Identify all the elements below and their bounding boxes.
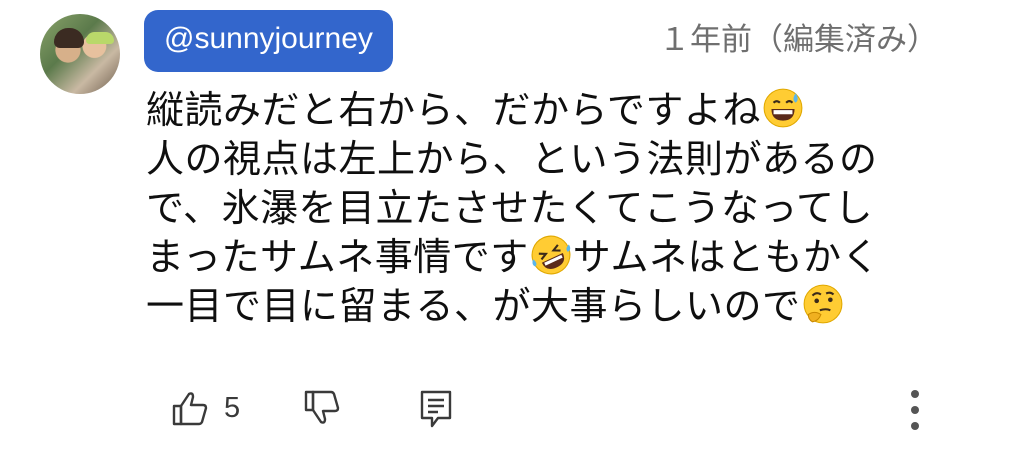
reply-comment-icon xyxy=(420,390,452,428)
comment-line-4: まったサムネ事情です サムネはともかく xyxy=(146,233,966,282)
thumbs-down-icon xyxy=(304,390,340,424)
comment-text: 縦読みだと右から、だからですよね 人の視点は左上から、という法則があるの で、氷… xyxy=(146,86,966,331)
thumbs-up-icon xyxy=(172,392,208,426)
reply-button[interactable] xyxy=(416,388,456,432)
avatar[interactable] xyxy=(40,14,120,94)
thinking-face-icon xyxy=(803,284,842,324)
grinning-face-with-sweat-icon xyxy=(763,88,803,128)
comment-timestamp: １年前（編集済み） xyxy=(659,22,938,58)
more-options-button[interactable] xyxy=(900,386,930,434)
avatar-hat xyxy=(86,32,114,44)
rolling-on-the-floor-laughing-icon xyxy=(531,235,571,275)
comment-line-1: 縦読みだと右から、だからですよね xyxy=(146,86,966,135)
comment-line-2: 人の視点は左上から、という法則があるの xyxy=(146,137,878,181)
like-button[interactable]: 5 xyxy=(170,388,240,428)
more-vertical-icon xyxy=(911,390,919,430)
comment-line-3: で、氷瀑を目立たさせたくてこうなってし xyxy=(146,186,873,230)
comment-card: @sunnyjourney １年前（編集済み） 縦読みだと右から、だからですよね… xyxy=(0,0,1034,455)
author-handle: @sunnyjourney xyxy=(164,22,373,55)
dislike-button[interactable] xyxy=(302,388,342,428)
like-count: 5 xyxy=(224,391,241,424)
avatar-hair xyxy=(54,28,84,48)
comment-line-5: 一目で目に留まる、が大事らしいので xyxy=(146,282,966,331)
comment-actions: 5 xyxy=(160,388,980,438)
author-handle-chip[interactable]: @sunnyjourney xyxy=(144,10,393,72)
